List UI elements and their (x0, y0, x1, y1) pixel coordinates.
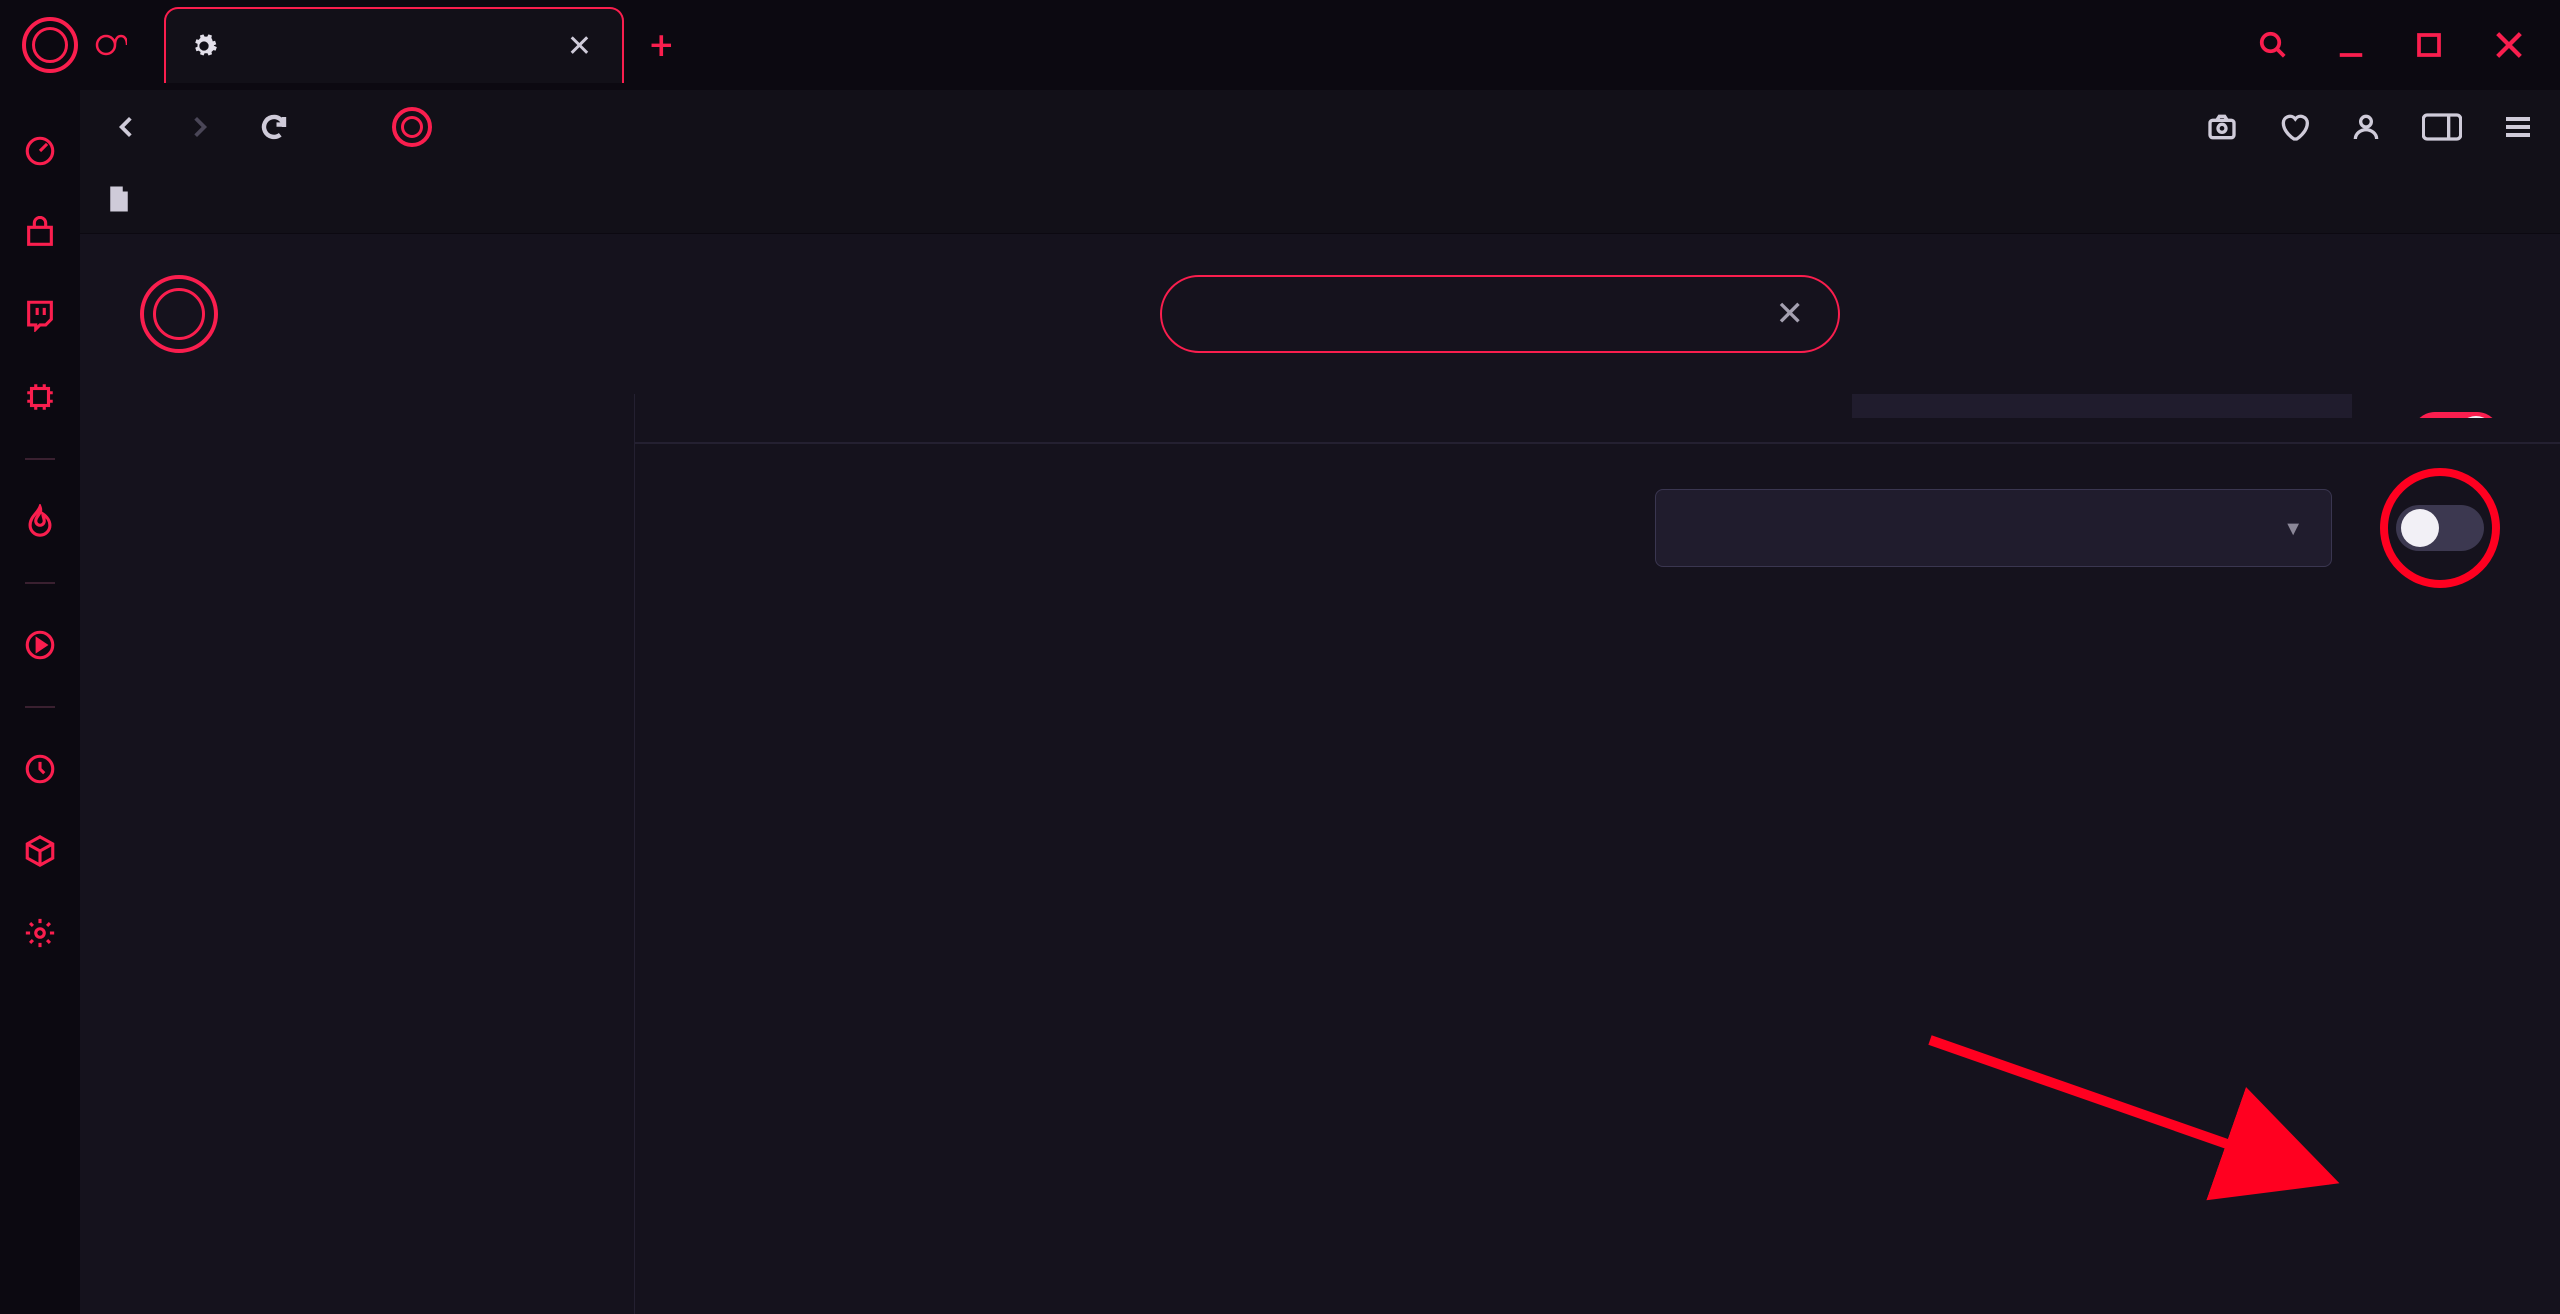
rail-bag-icon[interactable] (19, 212, 61, 254)
rail-cube-icon[interactable] (19, 830, 61, 872)
nav-item-features[interactable] (140, 568, 634, 616)
heart-icon[interactable] (2278, 111, 2310, 143)
side-rail (0, 90, 80, 1314)
page-icon (106, 184, 132, 214)
url-bar (80, 90, 2560, 164)
gear-icon (190, 32, 218, 60)
search-input[interactable] (1196, 295, 1758, 333)
settings-logo-icon (140, 275, 218, 353)
rail-twitch-icon[interactable] (19, 294, 61, 336)
nav-item-browser[interactable] (140, 616, 634, 664)
search-settings[interactable]: ✕ (1160, 275, 1840, 353)
minimize-icon[interactable] (2336, 30, 2366, 60)
new-tab-button[interactable]: + (650, 22, 673, 69)
rail-clock-icon[interactable] (19, 748, 61, 790)
forward-button[interactable] (180, 107, 220, 147)
titlebar: ✕ + (0, 0, 2560, 90)
maximize-icon[interactable] (2414, 30, 2444, 60)
volume-control[interactable] (1852, 394, 2352, 418)
rail-cpu-icon[interactable] (19, 376, 61, 418)
section-divider (635, 442, 2560, 444)
keyboard-sounds-select[interactable]: ▼ (1655, 489, 2332, 567)
bookmarks-bar (80, 164, 2560, 234)
nav-item-privacy[interactable] (140, 520, 634, 568)
nav-item-basic[interactable] (140, 472, 634, 520)
search-icon[interactable] (2258, 30, 2288, 60)
link-opera-help[interactable] (140, 762, 634, 790)
link-rate-opera[interactable] (140, 734, 634, 762)
profile-icon[interactable] (2350, 111, 2382, 143)
sound-toggle[interactable] (2412, 412, 2500, 418)
keyboard-sounds-toggle[interactable] (2396, 505, 2484, 551)
reload-button[interactable] (254, 107, 294, 147)
snapshot-icon[interactable] (2206, 111, 2238, 143)
gx-corner-icon[interactable] (92, 34, 128, 56)
window-controls (2258, 28, 2560, 62)
settings-main: ▼ (635, 394, 2560, 1314)
rail-speed-icon[interactable] (19, 130, 61, 172)
active-tab[interactable]: ✕ (164, 7, 624, 83)
url-opera-icon (392, 107, 432, 147)
keyboard-sounds-row: ▼ (735, 468, 2500, 588)
sidebar-toggle-icon[interactable] (2422, 113, 2462, 141)
opera-logo-icon[interactable] (22, 17, 78, 73)
easy-setup-icon[interactable] (2502, 111, 2534, 143)
rail-settings-icon[interactable] (19, 912, 61, 954)
rail-play-icon[interactable] (19, 624, 61, 666)
sound-row-clipped (735, 394, 2500, 418)
settings-header: ✕ (80, 234, 2560, 394)
back-button[interactable] (106, 107, 146, 147)
tab-close-icon[interactable]: ✕ (567, 29, 592, 64)
clear-search-icon[interactable]: ✕ (1776, 294, 1805, 334)
chevron-down-icon: ▼ (2283, 516, 2303, 541)
close-icon[interactable] (2492, 28, 2526, 62)
rail-flame-icon[interactable] (19, 500, 61, 542)
settings-side-nav (80, 394, 635, 1314)
